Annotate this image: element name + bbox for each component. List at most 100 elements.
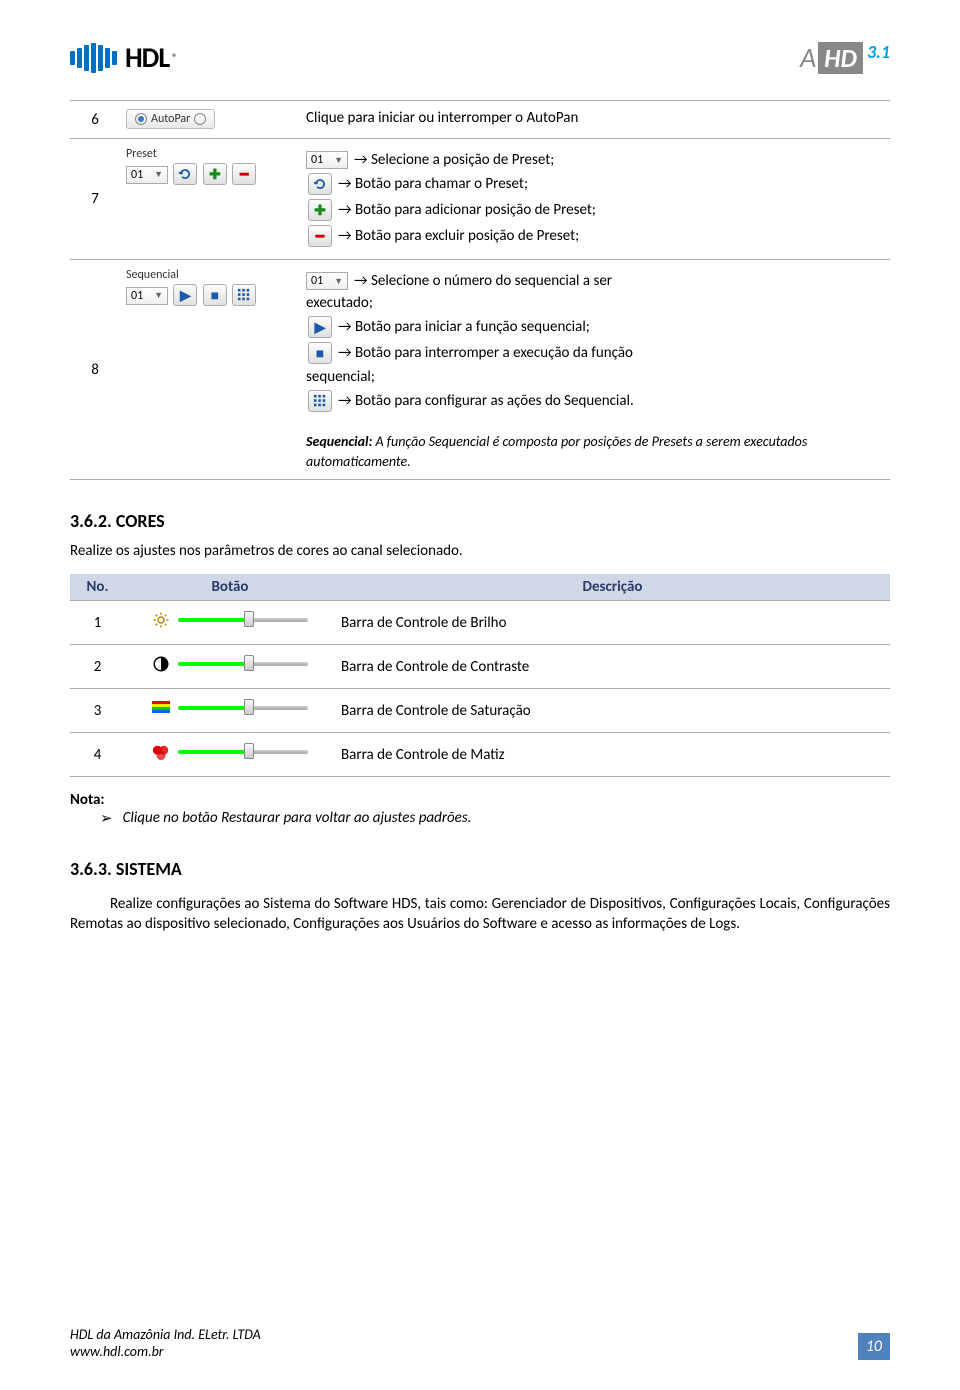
sequencial-stop-button[interactable]: ■ xyxy=(203,284,227,306)
row-description: Clique para iniciar ou interromper o Aut… xyxy=(300,101,890,139)
sequencial-note: Sequencial: A função Sequencial é compos… xyxy=(306,432,884,471)
row-number: 8 xyxy=(70,260,120,480)
radio-icon xyxy=(194,113,206,125)
table-row: 2 Barra de Controle de Contraste xyxy=(70,645,890,689)
chevron-down-icon: ▼ xyxy=(154,290,163,301)
nota-block: Nota: ➢ Clique no botão Restaurar para v… xyxy=(70,791,890,828)
hue-slider[interactable] xyxy=(152,743,308,761)
row-number: 6 xyxy=(70,101,120,139)
grid-icon xyxy=(237,288,251,302)
row-description: 01 ▼ → Selecione o número do sequencial … xyxy=(300,260,890,480)
bullet-icon: ➢ xyxy=(100,809,113,828)
preset-call-button[interactable] xyxy=(173,163,197,185)
cores-heading: 3.6.2. CORES xyxy=(70,510,890,532)
nota-label: Nota: xyxy=(70,791,890,809)
sequencial-config-button[interactable] xyxy=(232,284,256,306)
desc-text: → Botão para iniciar a função sequencial… xyxy=(338,318,590,336)
table-row: 3 Barra de Controle de Saturação xyxy=(70,689,890,733)
desc-text: → Botão para configurar as ações do Sequ… xyxy=(338,392,634,410)
desc-text: → Botão para adicionar posição de Preset… xyxy=(338,201,596,219)
row-number: 7 xyxy=(70,139,120,260)
sequencial-config-button-inline[interactable] xyxy=(308,390,332,412)
row-number: 3 xyxy=(70,689,125,733)
preset-call-button-inline[interactable] xyxy=(308,173,332,195)
hdl-logo: HDL ® xyxy=(70,40,177,75)
row-number: 2 xyxy=(70,645,125,689)
table-row: 7 Preset 01 ▼ ✚ ━ 01 ▼ xyxy=(70,139,890,260)
preset-dropdown-inline[interactable]: 01 ▼ xyxy=(306,151,348,169)
row-description: 01 ▼ → Selecione a posição de Preset; → … xyxy=(300,139,890,260)
preset-add-button[interactable]: ✚ xyxy=(203,163,227,185)
radio-icon xyxy=(135,113,147,125)
cores-intro: Realize os ajustes nos parâmetros de cor… xyxy=(70,542,890,560)
th-no: No. xyxy=(70,574,125,601)
table-header-row: No. Botão Descrição xyxy=(70,574,890,601)
th-botao: Botão xyxy=(125,574,335,601)
saturation-slider[interactable] xyxy=(152,699,308,717)
ahd-a: A xyxy=(800,40,816,75)
ahd-logo: A HD 3.1 xyxy=(800,40,890,75)
ahd-hd: HD xyxy=(818,42,863,74)
desc-text: executado; xyxy=(306,294,884,312)
row-number: 4 xyxy=(70,733,125,777)
ahd-version: 3.1 xyxy=(867,41,890,63)
preset-remove-button[interactable]: ━ xyxy=(232,163,256,185)
sequencial-stop-button-inline[interactable]: ■ xyxy=(308,342,332,364)
footer-company: HDL da Amazônia Ind. ELetr. LTDA xyxy=(70,1326,261,1343)
page-footer: HDL da Amazônia Ind. ELetr. LTDA www.hdl… xyxy=(70,1326,890,1360)
desc-text: → Botão para chamar o Preset; xyxy=(338,175,528,193)
desc-text: → Selecione o número do sequencial a ser xyxy=(354,272,612,290)
saturation-icon xyxy=(152,699,170,717)
chevron-down-icon: ▼ xyxy=(334,155,343,166)
cycle-icon xyxy=(178,167,192,181)
cycle-icon xyxy=(313,177,327,191)
note-title: Sequencial: xyxy=(306,433,372,450)
hdl-logo-reg: ® xyxy=(172,51,177,64)
sequencial-label: Sequencial xyxy=(126,268,294,282)
row-button-cell xyxy=(125,601,335,645)
sequencial-dropdown-inline[interactable]: 01 ▼ xyxy=(306,272,348,290)
cores-table: No. Botão Descrição 1 Barra de Controle … xyxy=(70,574,890,777)
brightness-slider[interactable] xyxy=(152,611,308,629)
preset-add-button-inline[interactable]: ✚ xyxy=(308,199,332,221)
ptz-controls-table: 6 AutoPar Clique para iniciar ou interro… xyxy=(70,100,890,480)
note-body: A função Sequencial é composta por posiç… xyxy=(306,433,807,470)
desc-text: → Selecione a posição de Preset; xyxy=(354,151,554,169)
contrast-slider[interactable] xyxy=(152,655,308,673)
grid-icon xyxy=(313,394,327,408)
hdl-logo-text: HDL xyxy=(125,40,169,75)
autopan-toggle[interactable]: AutoPar xyxy=(126,109,215,129)
nota-text: Clique no botão Restaurar para voltar ao… xyxy=(123,809,472,828)
row-button-cell: Sequencial 01 ▼ ▶ ■ xyxy=(120,260,300,480)
row-button-cell xyxy=(125,689,335,733)
row-button-cell: Preset 01 ▼ ✚ ━ xyxy=(120,139,300,260)
row-button-cell: AutoPar xyxy=(120,101,300,139)
th-descricao: Descrição xyxy=(335,574,890,601)
row-description: Barra de Controle de Brilho xyxy=(335,601,890,645)
preset-remove-button-inline[interactable]: ━ xyxy=(308,225,332,247)
brightness-icon xyxy=(152,611,170,629)
sistema-heading: 3.6.3. SISTEMA xyxy=(70,858,890,880)
desc-text: sequencial; xyxy=(306,368,884,386)
row-description: Barra de Controle de Contraste xyxy=(335,645,890,689)
page-number: 10 xyxy=(858,1333,890,1360)
table-row: 1 Barra de Controle de Brilho xyxy=(70,601,890,645)
sequencial-play-button-inline[interactable]: ▶ xyxy=(308,316,332,338)
sequencial-dropdown[interactable]: 01 ▼ xyxy=(126,287,168,305)
row-description: Barra de Controle de Saturação xyxy=(335,689,890,733)
nota-item: ➢ Clique no botão Restaurar para voltar … xyxy=(100,809,890,828)
table-row: 6 AutoPar Clique para iniciar ou interro… xyxy=(70,101,890,139)
chevron-down-icon: ▼ xyxy=(334,276,343,287)
page-header: HDL ® A HD 3.1 xyxy=(70,40,890,75)
contrast-icon xyxy=(152,655,170,673)
sequencial-play-button[interactable]: ▶ xyxy=(173,284,197,306)
chevron-down-icon: ▼ xyxy=(154,169,163,180)
table-row: 8 Sequencial 01 ▼ ▶ ■ xyxy=(70,260,890,480)
desc-text: → Botão para interromper a execução da f… xyxy=(338,344,633,362)
preset-label: Preset xyxy=(126,147,294,161)
row-button-cell xyxy=(125,645,335,689)
footer-text: HDL da Amazônia Ind. ELetr. LTDA www.hdl… xyxy=(70,1326,261,1360)
footer-url: www.hdl.com.br xyxy=(70,1343,261,1360)
preset-dropdown[interactable]: 01 ▼ xyxy=(126,166,168,184)
desc-text: → Botão para excluir posição de Preset; xyxy=(338,227,579,245)
